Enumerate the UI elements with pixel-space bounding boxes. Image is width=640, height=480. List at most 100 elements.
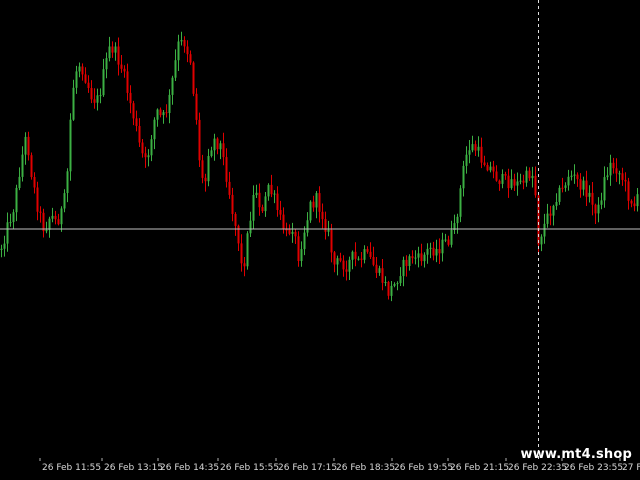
candle-body-126: [378, 268, 381, 273]
candle-body-174: [522, 180, 525, 183]
candle-body-50: [150, 139, 153, 156]
candle-body-46: [138, 126, 141, 143]
candle-body-73: [219, 143, 222, 150]
candle-body-70: [210, 150, 213, 156]
candle-body-9: [27, 136, 30, 156]
candle-body-101: [303, 232, 306, 250]
candle-body-14: [42, 212, 45, 232]
candle-body-190: [570, 175, 573, 177]
candle-body-211: [633, 203, 636, 207]
candle-body-69: [207, 156, 210, 182]
candle-body-112: [336, 258, 339, 265]
candle-body-194: [582, 180, 585, 190]
candle-body-41: [123, 68, 126, 72]
candle-body-61: [183, 40, 186, 47]
candle-body-171: [513, 179, 516, 186]
candle-body-48: [144, 153, 147, 158]
candle-body-75: [225, 157, 228, 182]
candle-body-55: [165, 112, 168, 114]
candle-body-143: [429, 247, 432, 249]
candle-body-13: [39, 211, 42, 213]
candle-body-191: [573, 174, 576, 176]
candle-body-114: [342, 260, 345, 270]
time-tick-label-4: 26 Feb 15:55: [220, 463, 279, 473]
candle-body-21: [63, 193, 66, 209]
candle-body-60: [180, 40, 183, 42]
candle-body-188: [564, 185, 567, 188]
candle-body-58: [174, 60, 177, 78]
candle-body-108: [324, 219, 327, 232]
candle-body-152: [456, 216, 459, 224]
candle-body-29: [87, 82, 90, 88]
time-tick-label-5: 26 Feb 17:15: [278, 463, 337, 473]
candle-body-161: [483, 162, 486, 165]
time-tick-label-11: 27 Feb 01:15: [622, 463, 640, 473]
candle-body-18: [54, 215, 57, 220]
candle-body-45: [135, 118, 138, 126]
candle-body-44: [132, 103, 135, 119]
candle-body-10: [30, 155, 33, 177]
candle-body-123: [369, 251, 372, 257]
candle-body-12: [36, 187, 39, 212]
candle-body-160: [480, 146, 483, 163]
candle-body-202: [606, 175, 609, 178]
candle-body-196: [588, 192, 591, 197]
candle-body-52: [156, 109, 159, 120]
candle-body-76: [228, 181, 231, 195]
candle-body-159: [477, 146, 480, 151]
candle-body-17: [51, 215, 54, 219]
candle-body-181: [543, 223, 546, 237]
candle-body-59: [177, 41, 180, 61]
candle-body-4: [12, 212, 15, 222]
candle-body-106: [318, 193, 321, 212]
candle-body-80: [240, 243, 243, 264]
candle-body-167: [501, 174, 504, 184]
candle-body-91: [273, 193, 276, 195]
candle-body-109: [327, 229, 330, 232]
watermark-text: www.mt4.shop: [520, 447, 632, 462]
candle-body-149: [447, 239, 450, 245]
candle-body-198: [594, 204, 597, 214]
candle-body-25: [75, 71, 78, 88]
candle-body-99: [297, 236, 300, 261]
candle-body-38: [114, 46, 117, 53]
candle-body-74: [222, 143, 225, 158]
candle-body-138: [414, 257, 417, 259]
candle-body-141: [423, 254, 426, 262]
candle-body-64: [192, 62, 195, 94]
candle-body-67: [201, 160, 204, 178]
candle-body-178: [534, 175, 537, 196]
candle-body-54: [162, 112, 165, 116]
candle-body-140: [420, 253, 423, 262]
candle-body-66: [198, 119, 201, 161]
candle-body-127: [381, 268, 384, 283]
candle-body-89: [267, 184, 270, 197]
candle-body-155: [465, 154, 468, 166]
candle-body-36: [108, 46, 111, 59]
candle-body-209: [627, 181, 630, 201]
time-tick-label-10: 26 Feb 23:55: [564, 463, 623, 473]
candle-body-56: [168, 94, 171, 113]
candle-body-157: [471, 144, 474, 151]
candle-body-154: [462, 165, 465, 189]
candle-body-97: [291, 231, 294, 234]
candle-body-201: [603, 177, 606, 201]
candle-body-156: [468, 150, 471, 155]
candle-body-180: [540, 236, 543, 245]
candle-body-137: [411, 256, 414, 259]
candle-body-119: [357, 258, 360, 260]
candle-body-136: [408, 256, 411, 266]
price-chart[interactable]: 526 Feb 11:5526 Feb 13:1526 Feb 14:3526 …: [0, 0, 640, 480]
time-tick-label-9: 26 Feb 22:35: [508, 463, 567, 473]
candle-body-57: [171, 77, 174, 95]
candle-body-28: [84, 74, 87, 83]
candle-body-116: [348, 259, 351, 272]
candle-body-84: [252, 195, 255, 221]
candle-body-130: [390, 285, 393, 296]
candle-body-185: [555, 202, 558, 206]
candle-body-43: [129, 92, 132, 104]
candle-body-131: [393, 284, 396, 286]
candle-body-40: [120, 64, 123, 69]
candle-body-177: [531, 175, 534, 179]
time-tick-label-7: 26 Feb 19:55: [394, 463, 453, 473]
